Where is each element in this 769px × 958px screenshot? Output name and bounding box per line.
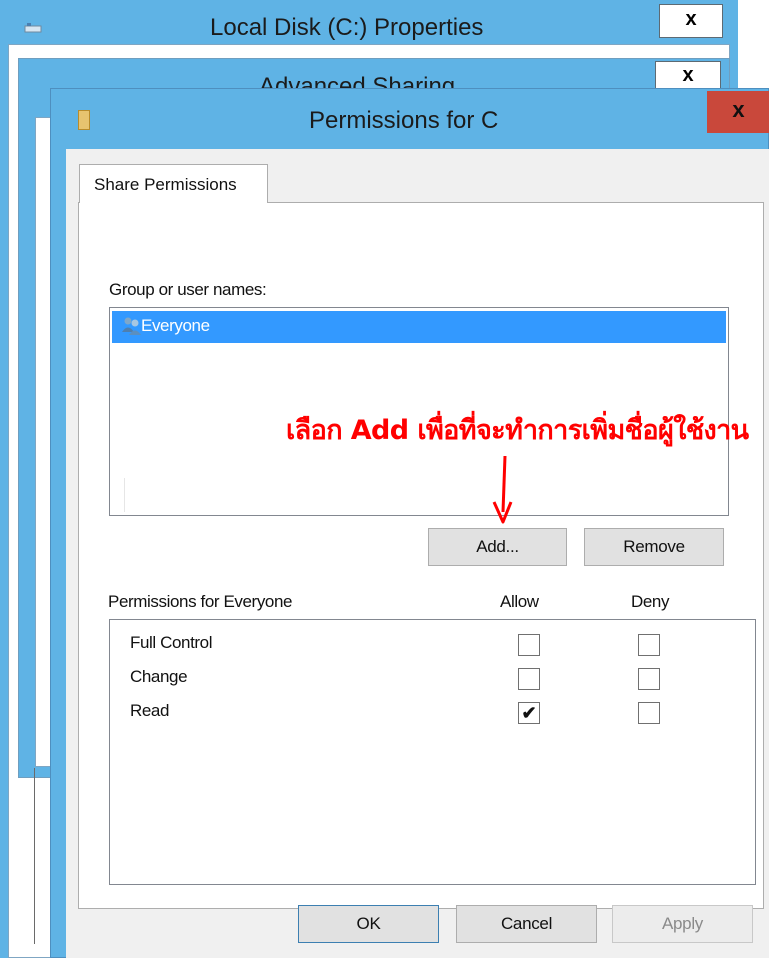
permission-row-read: Read ✔ — [110, 696, 755, 730]
add-button[interactable]: Add... — [428, 528, 567, 566]
permission-row-full-control: Full Control — [110, 628, 755, 662]
cancel-button[interactable]: Cancel — [456, 905, 597, 943]
permission-name: Full Control — [130, 633, 213, 652]
permission-name: Read — [130, 701, 170, 720]
permission-name: Change — [130, 667, 188, 686]
apply-button[interactable]: Apply — [612, 905, 753, 943]
divider — [34, 768, 35, 944]
list-item[interactable]: Everyone — [112, 311, 726, 343]
remove-button[interactable]: Remove — [584, 528, 724, 566]
drive-icon — [24, 23, 42, 33]
dialog-title: Permissions for C — [309, 107, 499, 134]
annotation-text: เลือก Add เพื่อที่จะทำการเพิ่มชื่อผู้ใช้… — [286, 415, 749, 446]
full-control-allow-checkbox[interactable] — [518, 634, 540, 656]
tab-share-permissions[interactable]: Share Permissions — [79, 164, 268, 203]
full-control-deny-checkbox[interactable] — [638, 634, 660, 656]
user-group-icon — [122, 317, 141, 335]
user-name: Everyone — [141, 316, 210, 335]
change-deny-checkbox[interactable] — [638, 668, 660, 690]
ok-button[interactable]: OK — [298, 905, 439, 943]
read-deny-checkbox[interactable] — [638, 702, 660, 724]
allow-header: Allow — [500, 592, 539, 611]
group-or-user-names-label: Group or user names: — [109, 280, 267, 299]
properties-window-title: Local Disk (C:) Properties — [210, 14, 484, 41]
dialog-close-button[interactable]: x — [707, 91, 769, 133]
annotation-keyword: Add — [350, 415, 409, 446]
change-allow-checkbox[interactable] — [518, 668, 540, 690]
permissions-dialog: Permissions for C x Share Permissions Gr… — [50, 88, 769, 958]
folder-icon — [78, 110, 90, 130]
properties-close-button[interactable]: x — [659, 4, 723, 38]
deny-header: Deny — [631, 592, 670, 611]
permissions-list: Full Control Change Read ✔ — [109, 619, 756, 885]
advanced-sharing-close-button[interactable]: x — [655, 61, 721, 91]
read-allow-checkbox[interactable]: ✔ — [518, 702, 540, 724]
permissions-for-label: Permissions for Everyone — [108, 592, 293, 611]
list-divider — [124, 478, 125, 512]
annotation-arrow-icon — [492, 455, 513, 524]
dialog-client-area: Share Permissions Group or user names: E… — [66, 149, 769, 958]
share-permissions-pane: Group or user names: Everyone เลือก Add … — [78, 202, 764, 909]
permission-row-change: Change — [110, 662, 755, 696]
